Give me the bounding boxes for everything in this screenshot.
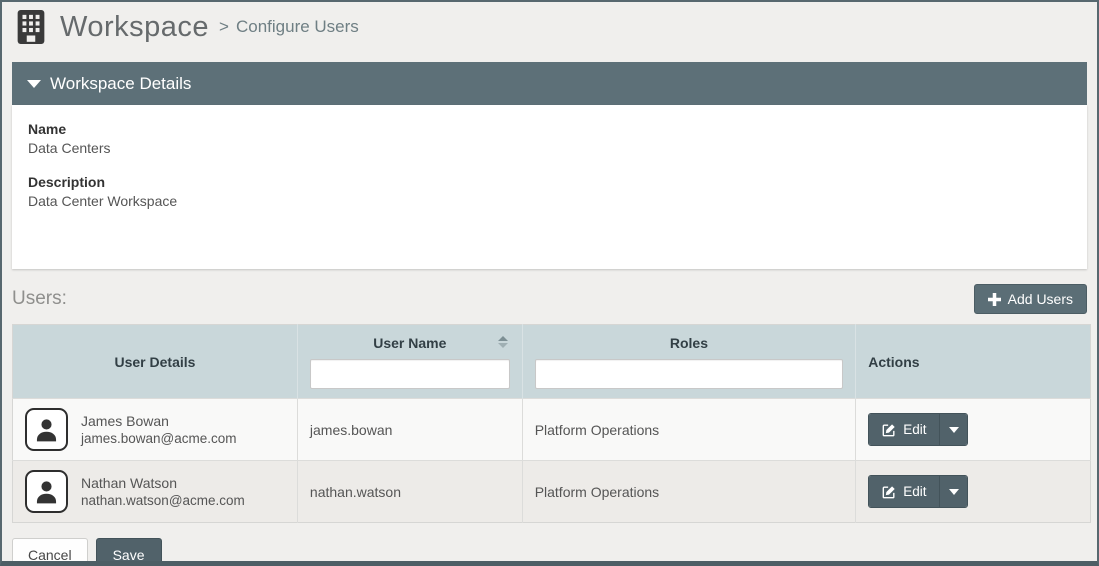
user-name-cell: james.bowan xyxy=(297,399,522,461)
name-label: Name xyxy=(28,121,1071,137)
user-email: nathan.watson@acme.com xyxy=(81,493,245,508)
user-name-column-label: User Name xyxy=(373,335,446,351)
user-full-name: James Bowan xyxy=(81,413,237,429)
name-value: Data Centers xyxy=(28,140,1071,156)
roles-filter-input[interactable] xyxy=(535,359,844,389)
breadcrumb-separator: > xyxy=(219,17,229,37)
cancel-button[interactable]: Cancel xyxy=(12,538,88,566)
column-header-actions: Actions xyxy=(856,325,1091,399)
save-button[interactable]: Save xyxy=(96,538,162,566)
users-label: Users: xyxy=(12,288,67,310)
add-users-button[interactable]: Add Users xyxy=(974,284,1087,314)
edit-dropdown-button[interactable] xyxy=(939,476,967,507)
user-name-cell: nathan.watson xyxy=(297,461,522,523)
roles-column-label: Roles xyxy=(670,335,708,351)
edit-button[interactable]: Edit xyxy=(869,476,939,507)
page-title: Workspace xyxy=(60,11,209,44)
table-row: James Bowan james.bowan@acme.com james.b… xyxy=(13,399,1091,461)
column-header-user-name[interactable]: User Name xyxy=(297,325,522,399)
workspace-details-body: Name Data Centers Description Data Cente… xyxy=(12,105,1087,269)
description-value: Data Center Workspace xyxy=(28,193,1071,209)
caret-down-icon xyxy=(949,489,959,495)
roles-cell: Platform Operations xyxy=(522,399,856,461)
workspace-details-title: Workspace Details xyxy=(50,74,191,94)
add-users-label: Add Users xyxy=(1008,291,1073,307)
edit-dropdown-button[interactable] xyxy=(939,414,967,445)
column-header-roles: Roles xyxy=(522,325,856,399)
breadcrumb: Configure Users xyxy=(236,17,359,37)
user-details-cell: James Bowan james.bowan@acme.com xyxy=(13,399,298,461)
sort-icon[interactable] xyxy=(498,336,508,348)
actions-cell: Edit xyxy=(856,399,1091,461)
user-name-filter-input[interactable] xyxy=(310,359,510,389)
users-section-bar: Users: Add Users xyxy=(12,284,1087,314)
table-header-row: User Details User Name Roles Acti xyxy=(13,325,1091,399)
name-field: Name Data Centers xyxy=(28,121,1071,156)
description-label: Description xyxy=(28,174,1071,190)
building-icon xyxy=(16,10,46,44)
roles-cell: Platform Operations xyxy=(522,461,856,523)
plus-icon xyxy=(988,293,1001,306)
user-email: james.bowan@acme.com xyxy=(81,431,237,446)
workspace-details-panel: Workspace Details Name Data Centers Desc… xyxy=(12,62,1087,269)
footer-bar: Cancel Save xyxy=(12,538,1087,566)
table-row: Nathan Watson nathan.watson@acme.com nat… xyxy=(13,461,1091,523)
description-field: Description Data Center Workspace xyxy=(28,174,1071,209)
caret-down-icon xyxy=(27,80,41,88)
workspace-details-header[interactable]: Workspace Details xyxy=(12,62,1087,105)
column-header-user-details: User Details xyxy=(13,325,298,399)
caret-down-icon xyxy=(949,427,959,433)
edit-button[interactable]: Edit xyxy=(869,414,939,445)
page: Workspace > Configure Users Workspace De… xyxy=(0,0,1099,566)
actions-cell: Edit xyxy=(856,461,1091,523)
user-details-cell: Nathan Watson nathan.watson@acme.com xyxy=(13,461,298,523)
edit-pencil-icon xyxy=(882,485,896,499)
top-header: Workspace > Configure Users xyxy=(2,2,1097,52)
users-table: User Details User Name Roles Acti xyxy=(12,324,1091,523)
user-avatar-icon xyxy=(25,408,68,451)
user-full-name: Nathan Watson xyxy=(81,475,245,491)
user-avatar-icon xyxy=(25,470,68,513)
edit-pencil-icon xyxy=(882,423,896,437)
